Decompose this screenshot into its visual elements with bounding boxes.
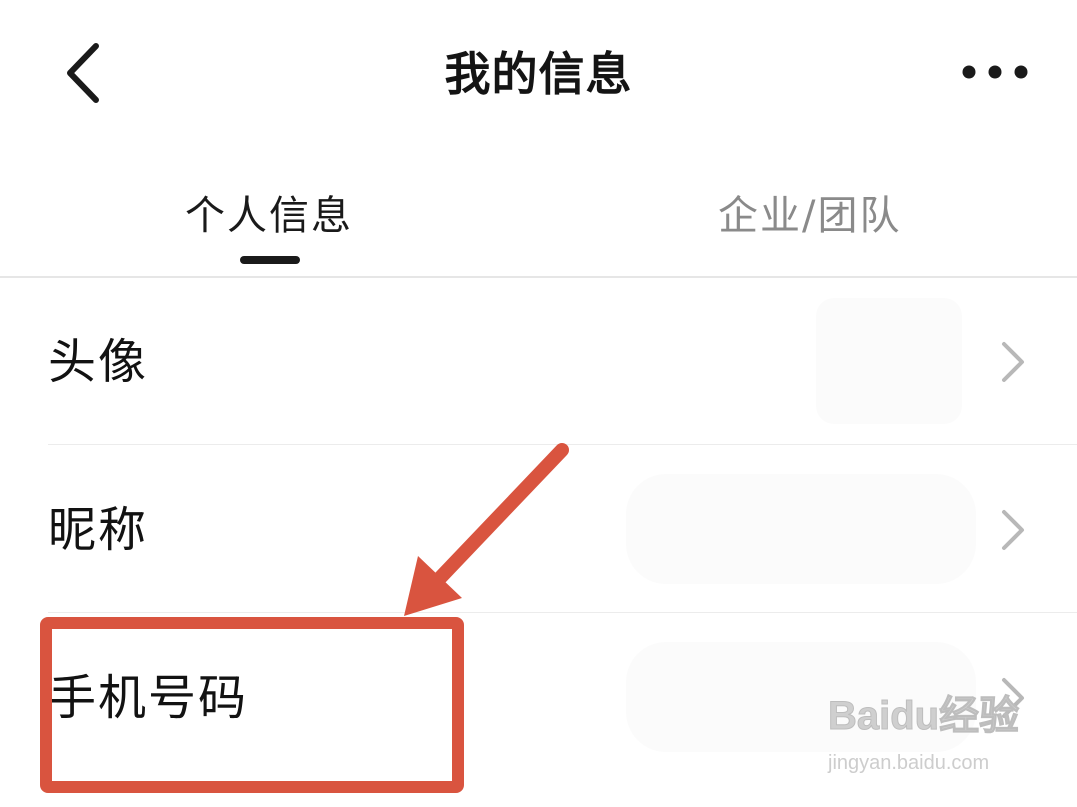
chevron-right-icon [1002,510,1024,550]
tab-personal-info[interactable]: 个人信息 [185,188,353,244]
row-label-avatar: 头像 [48,334,149,390]
list-item-nickname[interactable]: 昵称 [48,446,1077,613]
active-tab-indicator [240,256,300,264]
tab-bar: 个人信息 企业/团队 [0,180,1077,278]
more-button[interactable] [955,52,1039,92]
watermark-url: jingyan.baidu.com [828,752,990,774]
tab-company-team[interactable]: 企业/团队 [718,188,901,244]
nickname-value [626,474,976,584]
list-item-avatar[interactable]: 头像 [48,278,1077,445]
watermark-brand: Baidu经验 [827,694,1020,739]
header-bar: 我的信息 [0,0,1077,150]
annotation-highlight-box [40,617,464,793]
more-horizontal-icon [962,65,1028,79]
watermark: Baidu经验 jingyan.baidu.com [827,690,1038,790]
row-label-nickname: 昵称 [48,502,149,558]
avatar-image [816,298,962,424]
page-title: 我的信息 [444,47,633,101]
chevron-right-icon [1002,342,1024,382]
